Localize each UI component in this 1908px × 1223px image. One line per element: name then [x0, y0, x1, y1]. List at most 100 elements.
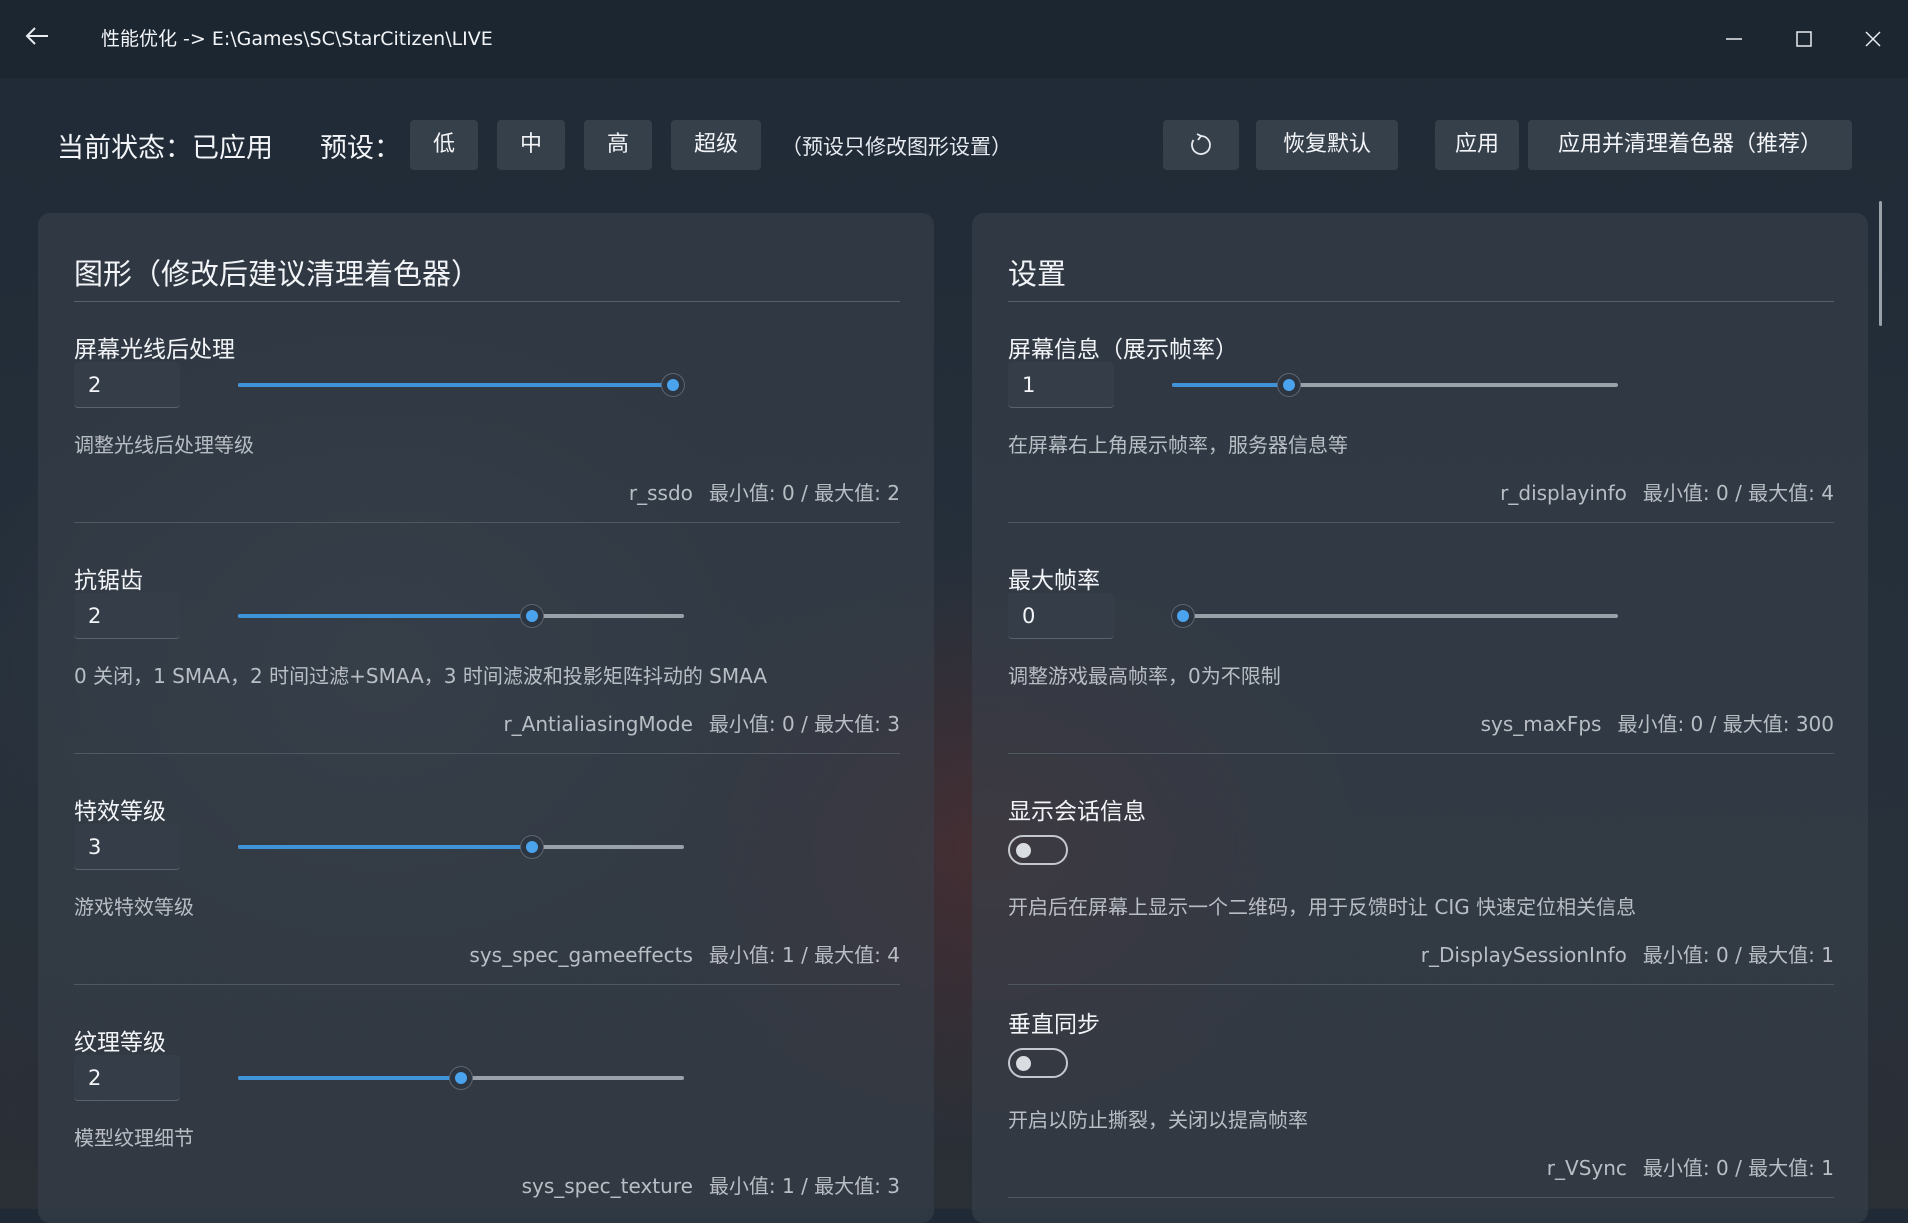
divider: [74, 301, 900, 302]
setting-meta: sys_maxFps 最小值: 0 / 最大值: 300: [1481, 708, 1834, 737]
slider-fill: [238, 383, 673, 387]
divider: [1008, 301, 1834, 302]
value-slider[interactable]: [238, 372, 684, 398]
separator: [74, 984, 900, 985]
setting-description: 调整光线后处理等级: [74, 433, 254, 457]
setting-meta: r_ssdo 最小值: 0 / 最大值: 2: [629, 477, 900, 506]
slider-thumb[interactable]: [520, 836, 543, 858]
preset-medium-button[interactable]: 中: [497, 120, 565, 170]
separator: [1008, 1197, 1834, 1198]
restore-default-button[interactable]: 恢复默认: [1256, 120, 1398, 170]
title-bar: 性能优化 -> E:\Games\SC\StarCitizen\LIVE: [0, 0, 1908, 78]
setting-sys-spec-texture: 纹理等级 2 模型纹理细节 sys_spec_texture 最小值: 1 / 最…: [74, 1023, 900, 1213]
refresh-icon: [1191, 133, 1211, 155]
vsync-toggle[interactable]: [1008, 1048, 1068, 1078]
setting-key: sys_maxFps: [1480, 712, 1602, 736]
preset-note: （预设只修改图形设置）: [781, 135, 1012, 159]
setting-meta: r_displayinfo 最小值: 0 / 最大值: 4: [1500, 477, 1834, 506]
back-arrow-icon: [25, 27, 48, 45]
toggle-knob: [1016, 843, 1031, 858]
setting-range: 最小值: 0 / 最大值: 3: [708, 712, 900, 736]
setting-key: r_AntialiasingMode: [503, 712, 693, 736]
toggle-knob: [1016, 1056, 1031, 1071]
minimize-button[interactable]: [1714, 20, 1754, 58]
setting-name: 垂直同步: [1008, 1012, 1100, 1038]
setting-name: 纹理等级: [74, 1030, 166, 1056]
value-input[interactable]: 2: [74, 1055, 180, 1101]
setting-range: 最小值: 0 / 最大值: 1: [1642, 1156, 1834, 1180]
setting-meta: sys_spec_gameeffects 最小值: 1 / 最大值: 4: [469, 939, 900, 968]
setting-description: 在屏幕右上角展示帧率，服务器信息等: [1008, 433, 1348, 457]
value-input[interactable]: 2: [74, 362, 180, 408]
slider-thumb[interactable]: [662, 374, 684, 396]
slider-thumb[interactable]: [520, 605, 543, 627]
value-slider[interactable]: [238, 834, 684, 860]
apply-button[interactable]: 应用: [1435, 120, 1519, 170]
slider-fill: [238, 1076, 461, 1080]
maximize-icon: [1796, 31, 1812, 47]
slider-thumb[interactable]: [1278, 374, 1300, 396]
value-slider[interactable]: [238, 1065, 684, 1091]
preset-ultra-button[interactable]: 超级: [671, 120, 761, 170]
separator: [1008, 753, 1834, 754]
separator: [74, 522, 900, 523]
value-slider[interactable]: [1172, 372, 1618, 398]
value-slider[interactable]: [238, 603, 684, 629]
setting-range: 最小值: 1 / 最大值: 4: [708, 943, 900, 967]
scrollbar[interactable]: [1879, 201, 1882, 326]
setting-name: 特效等级: [74, 799, 166, 825]
value-input[interactable]: 2: [74, 593, 180, 639]
window-title: 性能优化 -> E:\Games\SC\StarCitizen\LIVE: [101, 28, 493, 50]
setting-sys-spec-gameeffects: 特效等级 3 游戏特效等级 sys_spec_gameeffects 最小值: 1…: [74, 792, 900, 1012]
slider-fill: [1172, 383, 1289, 387]
close-button[interactable]: [1853, 20, 1893, 58]
setting-key: sys_spec_texture: [521, 1174, 693, 1198]
separator: [1008, 522, 1834, 523]
value-slider[interactable]: [1172, 603, 1618, 629]
separator: [1008, 984, 1834, 985]
setting-name: 屏幕光线后处理: [74, 337, 235, 363]
setting-r-vsync: 垂直同步 开启以防止撕裂，关闭以提高帧率 r_VSync 最小值: 0 / 最大值…: [1008, 1005, 1834, 1215]
setting-range: 最小值: 1 / 最大值: 3: [708, 1174, 900, 1198]
settings-card: 设置 屏幕信息（展示帧率） 1 在屏幕右上角展示帧率，服务器信息等 r_disp…: [972, 213, 1868, 1223]
setting-description: 开启以防止撕裂，关闭以提高帧率: [1008, 1108, 1308, 1132]
value-input[interactable]: 3: [74, 824, 180, 870]
setting-meta: r_VSync 最小值: 0 / 最大值: 1: [1547, 1152, 1834, 1181]
setting-key: r_DisplaySessionInfo: [1420, 943, 1627, 967]
close-icon: [1865, 31, 1881, 47]
preset-high-button[interactable]: 高: [584, 120, 652, 170]
setting-r-antialiasingmode: 抗锯齿 2 0 关闭，1 SMAA，2 时间过滤+SMAA，3 时间滤波和投影矩…: [74, 561, 900, 781]
status-label: 当前状态：已应用: [57, 133, 273, 164]
setting-r-ssdo: 屏幕光线后处理 2 调整光线后处理等级 r_ssdo 最小值: 0 / 最大值: …: [74, 330, 900, 550]
value-input[interactable]: 1: [1008, 362, 1114, 408]
setting-meta: r_DisplaySessionInfo 最小值: 0 / 最大值: 1: [1421, 939, 1834, 968]
setting-key: r_VSync: [1546, 1156, 1627, 1180]
maximize-button[interactable]: [1784, 20, 1824, 58]
setting-range: 最小值: 0 / 最大值: 2: [708, 481, 900, 505]
setting-description: 0 关闭，1 SMAA，2 时间过滤+SMAA，3 时间滤波和投影矩阵抖动的 S…: [74, 664, 768, 688]
setting-range: 最小值: 0 / 最大值: 1: [1642, 943, 1834, 967]
back-button[interactable]: [18, 18, 58, 58]
setting-meta: sys_spec_texture 最小值: 1 / 最大值: 3: [522, 1170, 900, 1199]
setting-name: 屏幕信息（展示帧率）: [1008, 337, 1238, 363]
setting-description: 模型纹理细节: [74, 1126, 194, 1150]
preset-label: 预设：: [320, 133, 401, 164]
setting-name: 抗锯齿: [74, 568, 143, 594]
slider-thumb[interactable]: [450, 1067, 472, 1089]
graphics-title: 图形（修改后建议清理着色器）: [74, 257, 481, 291]
value-input[interactable]: 0: [1008, 593, 1114, 639]
setting-description: 游戏特效等级: [74, 895, 194, 919]
graphics-card: 图形（修改后建议清理着色器） 屏幕光线后处理 2 调整光线后处理等级 r_ssd…: [38, 213, 934, 1223]
slider-track: [1172, 614, 1618, 618]
slider-thumb[interactable]: [1172, 605, 1194, 627]
refresh-button[interactable]: [1163, 120, 1239, 170]
setting-name: 最大帧率: [1008, 568, 1100, 594]
apply-and-clear-button[interactable]: 应用并清理着色器（推荐）: [1528, 120, 1852, 170]
setting-key: r_ssdo: [628, 481, 693, 505]
setting-name: 显示会话信息: [1008, 799, 1146, 825]
setting-r-displaysessioninfo: 显示会话信息 开启后在屏幕上显示一个二维码，用于反馈时让 CIG 快速定位相关信…: [1008, 792, 1834, 1002]
setting-key: r_displayinfo: [1500, 481, 1627, 505]
preset-low-button[interactable]: 低: [410, 120, 478, 170]
session-info-toggle[interactable]: [1008, 835, 1068, 865]
slider-fill: [238, 614, 532, 618]
